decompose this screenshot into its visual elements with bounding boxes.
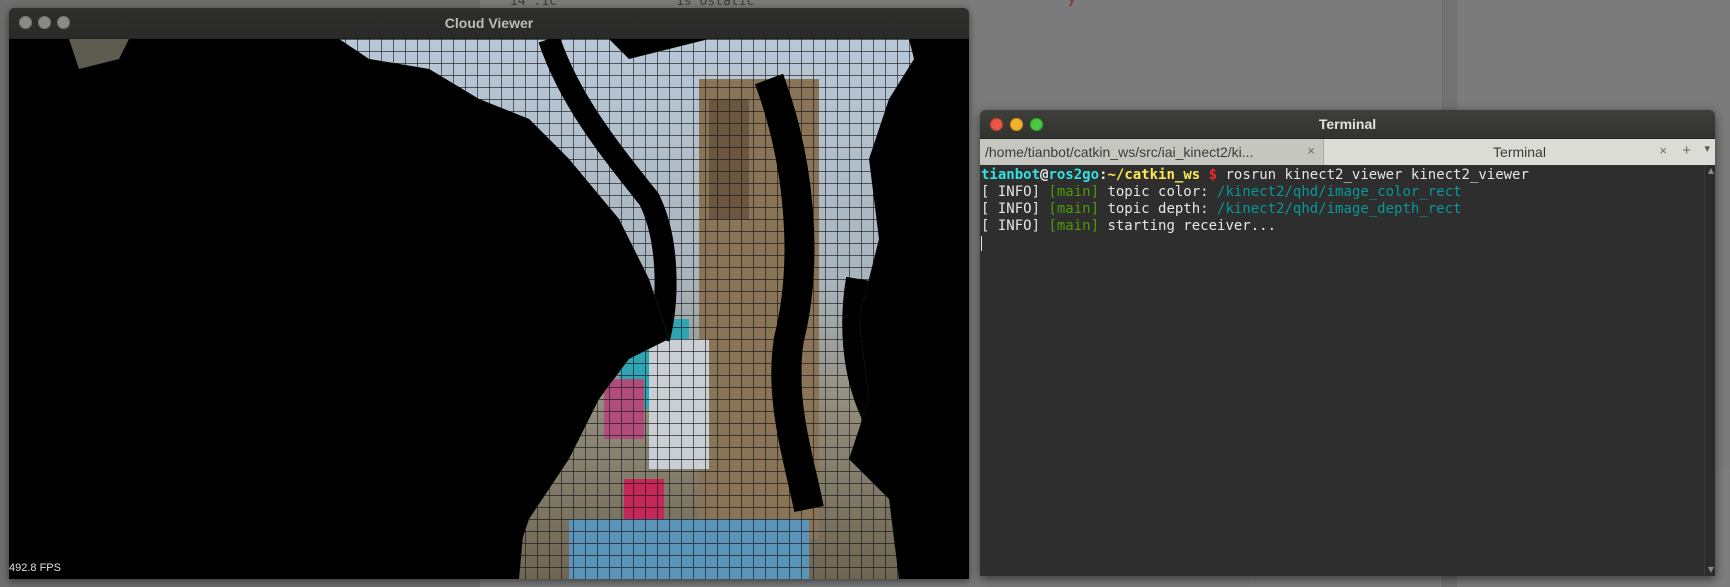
close-tab-icon[interactable]: × [1307,143,1315,158]
log-text: topic color: [1099,184,1218,200]
prompt-path: ~/catkin_ws [1107,167,1201,183]
tab-menu-icon[interactable]: ▾ [1704,142,1710,155]
text-cursor [981,235,982,251]
close-tab-icon[interactable]: × [1659,143,1667,158]
prompt-dollar: $ [1200,167,1226,183]
log-tag: [main] [1048,184,1100,200]
log-line: [ INFO] [main] topic depth: /kinect2/qhd… [981,201,1715,218]
scroll-up-arrow-icon[interactable]: ▲ [1708,166,1714,175]
log-topic: /kinect2/qhd/image_depth_rect [1217,201,1462,217]
window-title: Terminal [1318,116,1377,132]
point-cloud-canvas[interactable]: 492.8 FPS [9,39,969,579]
terminal-titlebar[interactable]: Terminal [980,110,1715,139]
log-prefix: [ INFO] [981,201,1049,217]
tab-terminal[interactable]: Terminal × + ▾ [1324,139,1715,165]
log-prefix: [ INFO] [981,218,1049,234]
cloud-viewer-titlebar[interactable]: Cloud Viewer [9,8,969,39]
log-tag: [main] [1048,201,1100,217]
scroll-down-arrow-icon[interactable]: ▼ [1708,565,1714,574]
prompt-line: tianbot@ros2go:~/catkin_ws $ rosrun kine… [981,167,1715,184]
prompt-host: ros2go [1048,167,1100,183]
log-topic: /kinect2/qhd/image_color_rect [1217,184,1462,200]
terminal-output[interactable]: tianbot@ros2go:~/catkin_ws $ rosrun kine… [980,165,1715,576]
new-tab-icon[interactable]: + [1682,142,1691,159]
log-line: [ INFO] [main] starting receiver... [981,218,1715,235]
cursor-line [981,235,1715,252]
tab-catkin-path[interactable]: /home/tianbot/catkin_ws/src/iai_kinect2/… [980,139,1324,165]
tab-bar: /home/tianbot/catkin_ws/src/iai_kinect2/… [980,139,1715,166]
prompt-command: rosrun kinect2_viewer kinect2_viewer [1225,167,1529,183]
log-tag: [main] [1048,218,1100,234]
log-prefix: [ INFO] [981,184,1049,200]
prompt-user: tianbot [981,167,1041,183]
tab-label: Terminal [1493,144,1546,160]
window-title: Cloud Viewer [444,15,534,31]
log-text: topic depth: [1099,201,1218,217]
background-text-red: y [1068,0,1076,7]
log-text: starting receiver... [1099,218,1277,234]
terminal-window: Terminal /home/tianbot/catkin_ws/src/iai… [980,110,1715,576]
cloud-viewer-window: Cloud Viewer 492.8 FPS [9,8,969,579]
tab-label: /home/tianbot/catkin_ws/src/iai_kinect2/… [985,144,1254,160]
log-line: [ INFO] [main] topic color: /kinect2/qhd… [981,184,1715,201]
fps-counter: 492.8 FPS [9,562,61,574]
point-cloud-render [9,39,914,579]
terminal-scrollbar[interactable] [1704,165,1715,576]
